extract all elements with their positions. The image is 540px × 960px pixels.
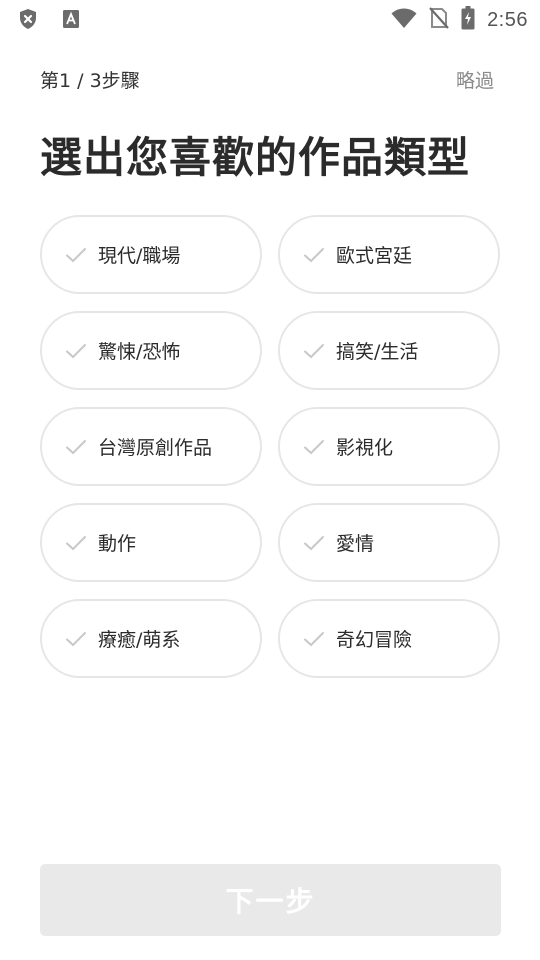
genre-option-action[interactable]: 動作 <box>40 503 262 582</box>
check-icon <box>66 439 86 454</box>
status-bar: 2:56 <box>0 0 540 36</box>
check-icon <box>66 535 86 550</box>
genre-selection-screen: 2:56 第1 / 3步驟 略過 選出您喜歡的作品類型 現代/職場 歐式宮廷 驚… <box>0 0 540 960</box>
check-icon <box>304 535 324 550</box>
genre-option-modern-workplace[interactable]: 現代/職場 <box>40 215 262 294</box>
genre-option-label: 愛情 <box>336 533 375 555</box>
genre-option-taiwan-original[interactable]: 台灣原創作品 <box>40 407 262 486</box>
skip-button[interactable]: 略過 <box>456 66 494 93</box>
shield-x-icon <box>18 8 38 34</box>
next-button-label: 下一步 <box>225 886 316 917</box>
genre-option-adapted-film[interactable]: 影視化 <box>278 407 500 486</box>
genre-option-romance[interactable]: 愛情 <box>278 503 500 582</box>
genre-option-label: 驚悚/恐怖 <box>98 341 181 363</box>
genre-option-label: 搞笑/生活 <box>336 341 419 363</box>
genre-option-fantasy-adventure[interactable]: 奇幻冒險 <box>278 599 500 678</box>
check-icon <box>304 247 324 262</box>
genre-option-label: 現代/職場 <box>98 245 181 267</box>
page-title: 選出您喜歡的作品類型 <box>40 133 471 182</box>
check-icon <box>66 631 86 646</box>
check-icon <box>304 631 324 646</box>
font-a-icon <box>62 9 80 33</box>
no-sim-icon <box>429 6 449 34</box>
check-icon <box>66 343 86 358</box>
genre-option-label: 動作 <box>98 533 137 555</box>
check-icon <box>304 343 324 358</box>
check-icon <box>66 247 86 262</box>
genre-option-european-court[interactable]: 歐式宮廷 <box>278 215 500 294</box>
wifi-icon <box>391 7 417 33</box>
clock-time: 2:56 <box>487 8 528 31</box>
next-button[interactable]: 下一步 <box>40 864 501 936</box>
genre-option-label: 影視化 <box>336 437 394 459</box>
genre-option-thriller-horror[interactable]: 驚悚/恐怖 <box>40 311 262 390</box>
genre-option-label: 療癒/萌系 <box>98 629 181 651</box>
check-icon <box>304 439 324 454</box>
genre-options-grid: 現代/職場 歐式宮廷 驚悚/恐怖 搞笑/生活 台灣原創作品 影視化 動作 愛情 <box>40 215 500 678</box>
genre-option-healing-cute[interactable]: 療癒/萌系 <box>40 599 262 678</box>
genre-option-label: 奇幻冒險 <box>336 629 413 651</box>
genre-option-comedy-life[interactable]: 搞笑/生活 <box>278 311 500 390</box>
step-indicator: 第1 / 3步驟 <box>40 70 140 92</box>
battery-charging-icon <box>461 6 475 34</box>
genre-option-label: 台灣原創作品 <box>98 437 213 459</box>
genre-option-label: 歐式宮廷 <box>336 245 413 267</box>
